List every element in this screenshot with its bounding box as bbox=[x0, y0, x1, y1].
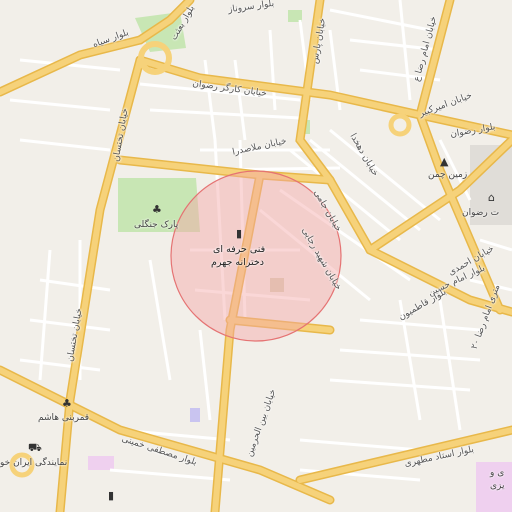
poi-edge-label-line1[interactable]: ی و bbox=[490, 468, 504, 478]
poi-edge-label-line2[interactable]: یزی bbox=[490, 481, 505, 491]
map-canvas[interactable]: بلوار سروناز بلوار سیاه بلوار بعثت خیابا… bbox=[0, 0, 512, 512]
poi-car-dealer-label[interactable]: نمایندگی ایران خو bbox=[0, 458, 67, 468]
car-icon[interactable]: ⛟ bbox=[28, 442, 42, 453]
pink-block bbox=[88, 456, 114, 470]
poi-ghamar-label[interactable]: قمربنی هاشم bbox=[38, 413, 89, 423]
school-icon[interactable]: ▮ bbox=[108, 490, 114, 501]
poi-school-label-line2[interactable]: دخترانه جهرم bbox=[211, 257, 264, 268]
stadium-icon[interactable]: ▲ bbox=[440, 156, 448, 167]
poi-mosque-label[interactable]: ت رضوان bbox=[462, 208, 499, 218]
mosque-icon[interactable]: ⌂ bbox=[488, 192, 495, 203]
tree-icon[interactable]: ♣ bbox=[152, 204, 162, 215]
tree-icon[interactable]: ♣ bbox=[62, 398, 72, 409]
roundabout bbox=[388, 113, 412, 137]
poi-park-label[interactable]: پارک جنگلی bbox=[134, 220, 178, 230]
poi-stadium-label[interactable]: زمین چمن bbox=[428, 170, 467, 180]
blue-block bbox=[190, 408, 200, 422]
school-icon[interactable]: ▮ bbox=[236, 228, 242, 239]
poi-school-label-line1[interactable]: فنی حرفه ای bbox=[213, 244, 265, 255]
